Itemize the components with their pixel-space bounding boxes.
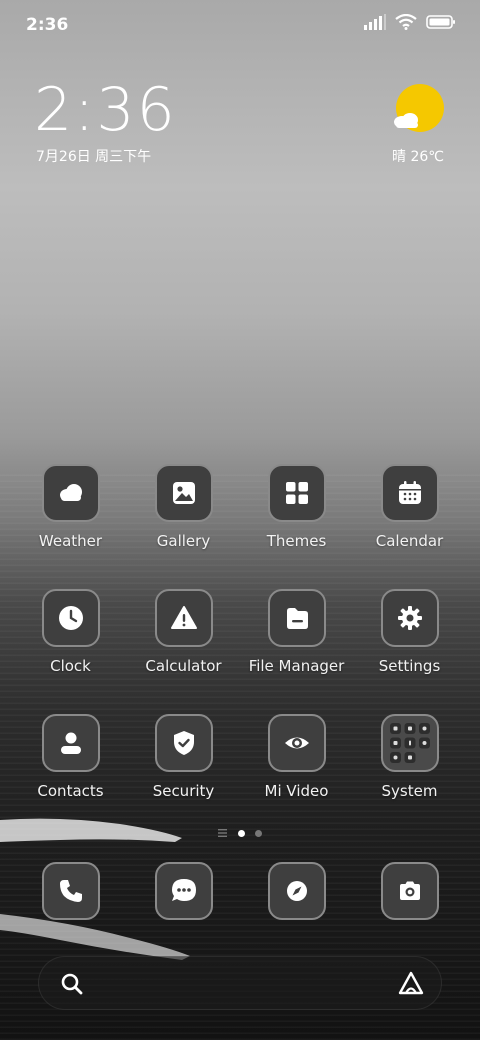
themes-app-icon[interactable] <box>267 464 326 522</box>
browser-app-icon[interactable] <box>267 862 326 920</box>
phone-icon <box>59 880 82 902</box>
app-label: Themes <box>266 532 327 550</box>
app-label: Calendar <box>375 532 444 550</box>
status-time: 2:36 <box>26 15 69 35</box>
folder-grid-icon <box>389 723 430 763</box>
security-app-icon[interactable] <box>154 714 213 772</box>
app-contacts[interactable]: Contacts <box>14 714 127 839</box>
dock-browser[interactable] <box>240 862 353 920</box>
app-label: Settings <box>378 657 441 675</box>
page-dot <box>255 829 262 837</box>
app-label: Security <box>152 782 215 800</box>
app-clock[interactable]: Clock <box>14 589 127 714</box>
message-icon <box>171 879 196 901</box>
image-icon <box>172 482 195 504</box>
app-calculator[interactable]: Calculator <box>127 589 240 714</box>
app-label: File Manager <box>248 657 345 675</box>
dock <box>14 862 466 920</box>
mi-video-app-icon[interactable] <box>267 714 326 772</box>
calendar-icon <box>398 481 421 504</box>
clock-date: 7月26日 周三下午 <box>36 149 152 165</box>
app-label: System <box>381 782 438 800</box>
gallery-app-icon[interactable] <box>154 464 213 522</box>
app-label: Gallery <box>156 532 211 550</box>
camera-icon <box>399 881 420 900</box>
app-mi-video[interactable]: Mi Video <box>240 714 353 839</box>
app-system-folder[interactable]: System <box>353 714 466 839</box>
calculator-app-icon[interactable] <box>154 589 213 647</box>
folder-icon <box>286 608 308 629</box>
clock-time[interactable]: 2:36 <box>34 78 177 142</box>
app-label: Calculator <box>145 657 222 675</box>
compass-icon <box>286 881 307 901</box>
app-label: Weather <box>38 532 103 550</box>
app-gallery[interactable]: Gallery <box>127 464 240 589</box>
app-calendar[interactable]: Calendar <box>353 464 466 589</box>
eye-icon <box>284 737 309 749</box>
dock-camera[interactable] <box>353 862 466 920</box>
app-label: Mi Video <box>264 782 329 800</box>
weather-cloud-icon <box>59 484 82 501</box>
app-themes[interactable]: Themes <box>240 464 353 589</box>
app-settings[interactable]: Settings <box>353 589 466 714</box>
page-indicator[interactable] <box>0 829 480 837</box>
dock-phone[interactable] <box>14 862 127 920</box>
phone-app-icon[interactable] <box>41 862 100 920</box>
assistant-icon[interactable] <box>397 970 425 998</box>
settings-app-icon[interactable] <box>380 589 439 647</box>
shield-check-icon <box>173 731 194 755</box>
search-bar[interactable] <box>38 956 442 1010</box>
app-label: Clock <box>50 657 91 675</box>
warning-triangle-icon <box>170 606 197 629</box>
battery-icon <box>426 15 455 29</box>
calendar-app-icon[interactable] <box>380 464 439 522</box>
system-folder-icon[interactable] <box>380 714 439 772</box>
status-bar: 2:36 <box>0 0 480 50</box>
contacts-app-icon[interactable] <box>41 714 100 772</box>
person-icon <box>60 732 81 754</box>
app-file-manager[interactable]: File Manager <box>240 589 353 714</box>
file-manager-app-icon[interactable] <box>267 589 326 647</box>
page-dot-active <box>238 829 245 837</box>
sun-cloud-icon <box>394 84 444 132</box>
camera-app-icon[interactable] <box>380 862 439 920</box>
status-icons <box>364 14 456 30</box>
wifi-icon <box>395 14 417 30</box>
signal-icon <box>364 14 386 30</box>
clock-app-icon[interactable] <box>41 589 100 647</box>
grid-four-icon <box>285 482 308 504</box>
app-security[interactable]: Security <box>127 714 240 839</box>
weather-text: 晴 26℃ <box>392 149 444 165</box>
gear-icon <box>397 606 422 630</box>
menu-lines-icon <box>218 829 227 837</box>
app-label: Contacts <box>37 782 104 800</box>
clock-icon <box>58 606 83 630</box>
search-icon[interactable] <box>59 971 85 997</box>
app-weather[interactable]: Weather <box>14 464 127 589</box>
messages-app-icon[interactable] <box>154 862 213 920</box>
weather-app-icon[interactable] <box>41 464 100 522</box>
dock-messages[interactable] <box>127 862 240 920</box>
app-grid: Weather Gallery Themes Calendar Clock Ca… <box>14 464 466 839</box>
